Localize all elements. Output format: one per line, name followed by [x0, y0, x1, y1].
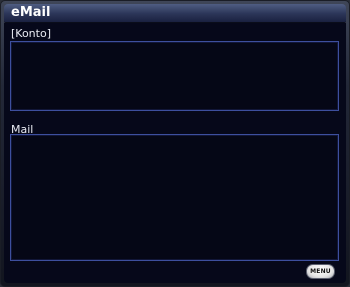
mail-field[interactable] [10, 134, 339, 261]
konto-field[interactable] [10, 41, 339, 111]
email-window: eMail [Konto] Mail MENU [0, 0, 350, 287]
menu-button[interactable]: MENU [306, 264, 335, 279]
content-area: [Konto] Mail [4, 23, 346, 283]
konto-label: [Konto] [11, 27, 51, 40]
title-bar: eMail [4, 4, 346, 23]
window-title: eMail [11, 5, 51, 20]
